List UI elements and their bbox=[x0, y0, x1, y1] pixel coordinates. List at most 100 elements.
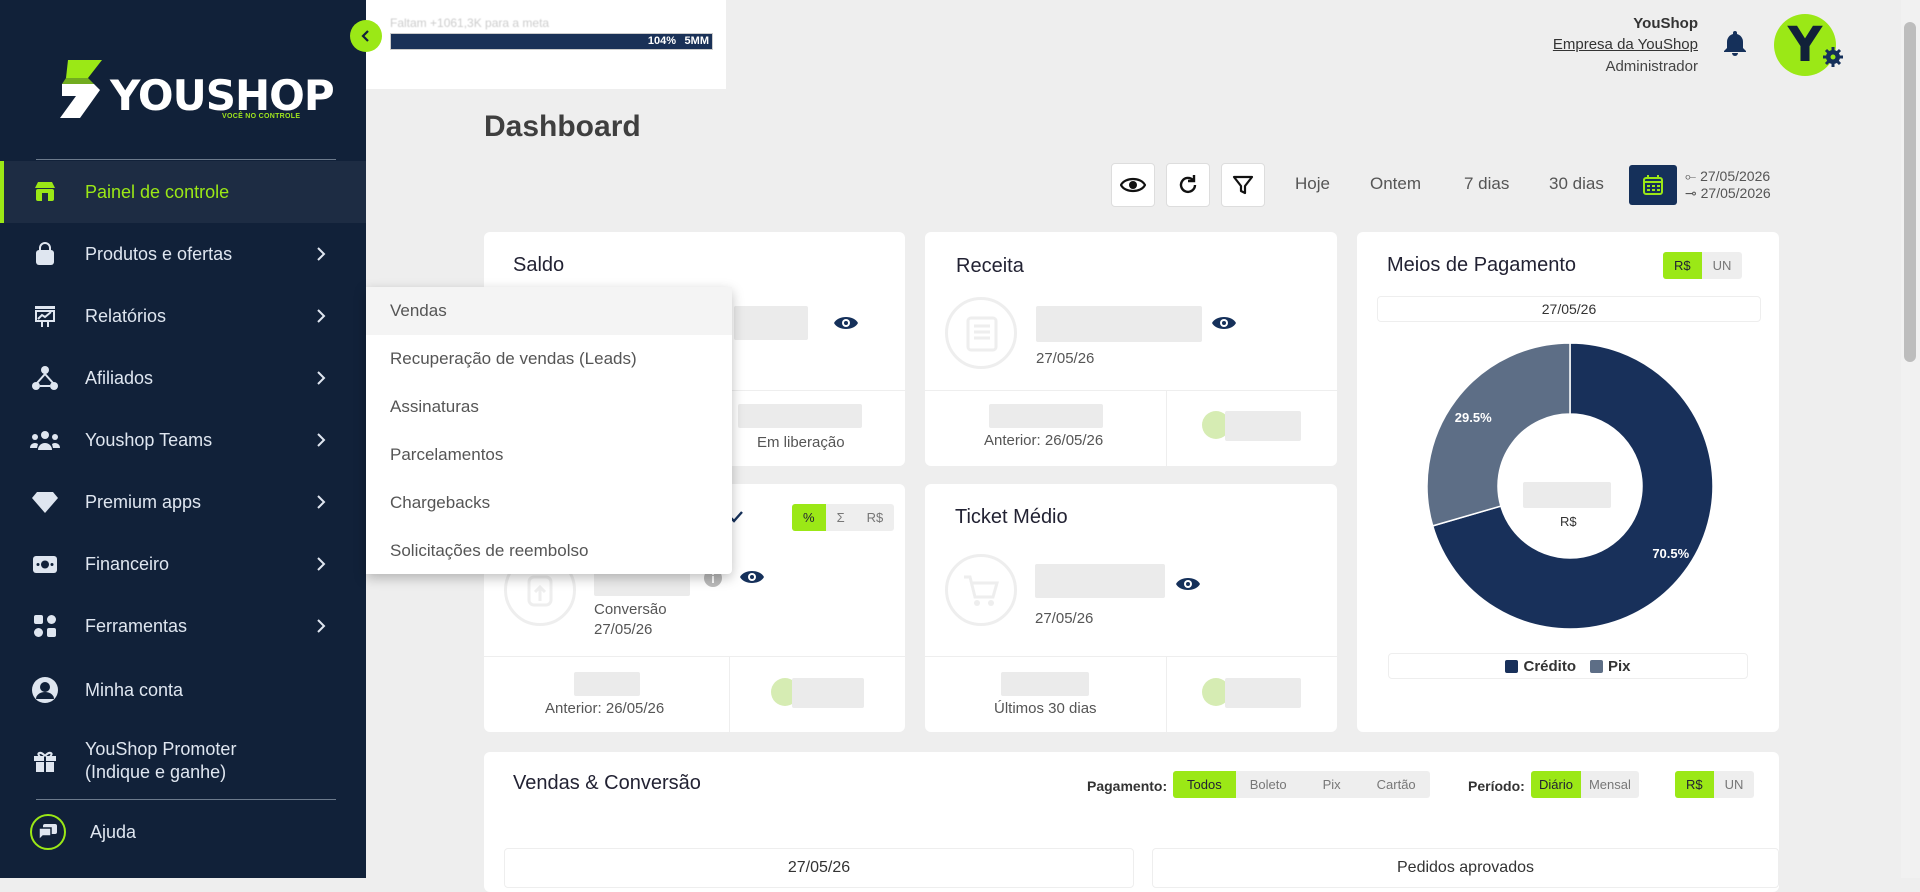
network-icon bbox=[30, 363, 60, 393]
receita-title: Receita bbox=[956, 255, 1024, 277]
period-label: Período: bbox=[1468, 778, 1525, 794]
chevron-left-icon bbox=[361, 30, 369, 42]
eye-icon bbox=[1120, 177, 1146, 193]
youshop-logo[interactable]: YOUSHOP VOCÊ NO CONTROLE bbox=[58, 56, 335, 126]
cart-icon bbox=[945, 554, 1017, 626]
ticket-card: Ticket Médio 27/05/26 Últimos 30 dias bbox=[925, 484, 1337, 732]
donut-label-crédito: 70.5% bbox=[1652, 546, 1689, 561]
conversao-date: 27/05/26 bbox=[594, 621, 653, 638]
sidebar-item-ferramentas[interactable]: Ferramentas bbox=[0, 595, 366, 657]
page-title: Dashboard bbox=[484, 110, 641, 143]
sidebar-item-label: Painel de controle bbox=[85, 181, 230, 202]
sidebar-item-painel[interactable]: Painel de controle bbox=[0, 161, 366, 223]
collapse-sidebar-button[interactable] bbox=[350, 20, 382, 52]
payment-filter[interactable]: Todos Boleto Pix Cartão bbox=[1173, 771, 1430, 798]
menu-item-recuperacao[interactable]: Recuperação de vendas (Leads) bbox=[366, 335, 732, 383]
user-icon bbox=[30, 675, 60, 705]
range-yesterday[interactable]: Ontem bbox=[1370, 174, 1421, 194]
range-30-days[interactable]: 30 dias bbox=[1549, 174, 1604, 194]
sidebar-item-promoter[interactable]: YouShop Promoter (Indique e ganhe) bbox=[0, 729, 366, 793]
vendas-conversao-card: Vendas & Conversão Pagamento: Todos Bole… bbox=[484, 752, 1779, 892]
calendar-button[interactable] bbox=[1629, 165, 1677, 205]
legend-swatch bbox=[1505, 659, 1519, 673]
conversao-previous: Anterior: 26/05/26 bbox=[545, 700, 665, 717]
sidebar-item-ajuda[interactable]: Ajuda bbox=[0, 804, 366, 860]
arrow-start-icon: ⟜ bbox=[1685, 168, 1701, 184]
date-to-value: 27/05/2026 bbox=[1700, 185, 1771, 201]
menu-item-parcelamentos[interactable]: Parcelamentos bbox=[366, 431, 732, 479]
eye-icon[interactable] bbox=[1175, 574, 1201, 594]
payment-todos[interactable]: Todos bbox=[1173, 771, 1236, 798]
ticket-date: 27/05/26 bbox=[1035, 610, 1094, 627]
team-icon bbox=[30, 425, 60, 455]
period-filter[interactable]: Diário Mensal bbox=[1531, 771, 1639, 798]
meios-unit-toggle[interactable]: R$ UN bbox=[1663, 252, 1743, 279]
legend-pix[interactable]: Pix bbox=[1589, 657, 1631, 675]
conversao-toggle[interactable]: % Σ R$ bbox=[792, 504, 895, 531]
period-mensal[interactable]: Mensal bbox=[1581, 771, 1639, 798]
diamond-icon bbox=[30, 487, 60, 517]
legend-label: Pix bbox=[1607, 657, 1631, 675]
menu-item-reembolso[interactable]: Solicitações de reembolso bbox=[366, 527, 732, 575]
meios-title: Meios de Pagamento bbox=[1387, 254, 1577, 276]
vendas-date-header: 27/05/26 bbox=[504, 848, 1134, 888]
range-7-days[interactable]: 7 dias bbox=[1464, 174, 1509, 194]
payment-boleto[interactable]: Boleto bbox=[1236, 771, 1301, 798]
goal-progress-bar: 104% 5MM bbox=[390, 33, 713, 50]
menu-item-vendas[interactable]: Vendas bbox=[366, 287, 732, 335]
sidebar-item-afiliados[interactable]: Afiliados bbox=[0, 347, 366, 409]
eye-icon[interactable] bbox=[739, 567, 765, 587]
toggle-units[interactable]: UN bbox=[1714, 771, 1755, 798]
receita-card: Receita 27/05/26 Anterior: 26/05/26 bbox=[925, 232, 1337, 466]
sidebar-item-relatorios[interactable]: Relatórios bbox=[0, 285, 366, 347]
payment-pix[interactable]: Pix bbox=[1301, 771, 1363, 798]
toggle-visibility-button[interactable] bbox=[1111, 163, 1155, 207]
chevron-right-icon bbox=[317, 247, 326, 261]
promoter-line2: (Indique e ganhe) bbox=[85, 762, 227, 782]
toggle-currency[interactable]: R$ bbox=[1675, 771, 1714, 798]
chevron-right-icon bbox=[317, 495, 326, 509]
settings-gear-icon[interactable] bbox=[1822, 46, 1844, 68]
notifications-button[interactable] bbox=[1720, 28, 1750, 58]
toggle-percent[interactable]: % bbox=[792, 504, 826, 531]
menu-item-chargebacks[interactable]: Chargebacks bbox=[366, 479, 732, 527]
eye-icon[interactable] bbox=[1211, 313, 1237, 333]
legend-credito[interactable]: Crédito bbox=[1505, 658, 1576, 675]
receita-trend-hidden bbox=[1225, 411, 1301, 441]
payment-cartao[interactable]: Cartão bbox=[1363, 771, 1430, 798]
vendas-unit-toggle[interactable]: R$ UN bbox=[1675, 771, 1755, 798]
range-today[interactable]: Hoje bbox=[1295, 174, 1330, 194]
sidebar-item-premium[interactable]: Premium apps bbox=[0, 471, 366, 533]
chart-legend: Crédito Pix bbox=[1388, 653, 1748, 679]
sidebar-item-label: Ajuda bbox=[90, 821, 137, 842]
logo-mark-icon bbox=[60, 60, 102, 118]
toggle-currency[interactable]: R$ bbox=[856, 504, 895, 531]
sidebar-item-produtos[interactable]: Produtos e ofertas bbox=[0, 223, 366, 285]
arrow-end-icon: ⊸ bbox=[1685, 185, 1701, 201]
ticket-trend-hidden bbox=[1225, 678, 1301, 708]
sidebar-item-label: Relatórios bbox=[85, 305, 167, 326]
scrollbar-thumb[interactable] bbox=[1904, 22, 1916, 362]
divider bbox=[729, 656, 730, 732]
period-diario[interactable]: Diário bbox=[1531, 771, 1581, 798]
legend-swatch bbox=[1589, 659, 1603, 673]
eye-icon[interactable] bbox=[833, 313, 859, 333]
toggle-sum[interactable]: Σ bbox=[826, 504, 856, 531]
refresh-button[interactable] bbox=[1166, 163, 1210, 207]
filter-button[interactable] bbox=[1221, 163, 1265, 207]
company-link[interactable]: Empresa da YouShop bbox=[1553, 36, 1698, 53]
sidebar-item-minha-conta[interactable]: Minha conta bbox=[0, 659, 366, 721]
release-value-hidden bbox=[738, 404, 862, 428]
calendar-icon bbox=[1643, 175, 1663, 195]
toggle-currency[interactable]: R$ bbox=[1663, 252, 1702, 279]
receita-previous: Anterior: 26/05/26 bbox=[984, 432, 1104, 449]
money-icon bbox=[30, 549, 60, 579]
relatorios-dropdown-menu: Vendas Recuperação de vendas (Leads) Ass… bbox=[366, 287, 732, 574]
ticket-previous: Últimos 30 dias bbox=[994, 700, 1097, 717]
chevron-right-icon bbox=[317, 433, 326, 447]
toggle-units[interactable]: UN bbox=[1702, 252, 1743, 279]
menu-item-assinaturas[interactable]: Assinaturas bbox=[366, 383, 732, 431]
sidebar-item-financeiro[interactable]: Financeiro bbox=[0, 533, 366, 595]
pedidos-aprovados-header: Pedidos aprovados bbox=[1152, 848, 1779, 888]
sidebar-item-teams[interactable]: Youshop Teams bbox=[0, 409, 366, 471]
